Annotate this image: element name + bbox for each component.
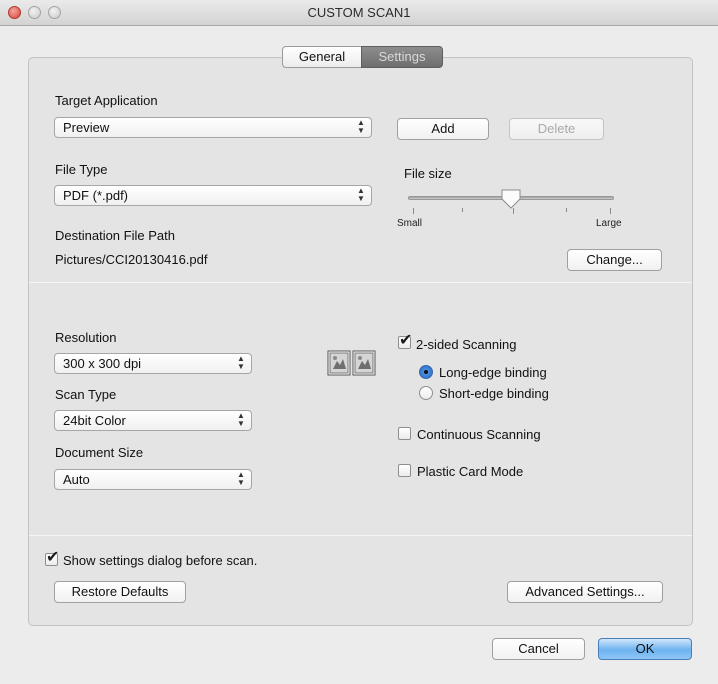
continuous-scanning-label: Continuous Scanning <box>417 427 541 442</box>
file-size-small-label: Small <box>397 218 423 229</box>
target-application-select[interactable]: Preview ▲ ▼ <box>54 117 372 138</box>
resolution-label: Resolution <box>55 330 117 345</box>
continuous-scanning-checkbox[interactable] <box>398 427 411 440</box>
resolution-value: 300 x 300 dpi <box>63 356 142 371</box>
target-application-value: Preview <box>63 120 110 135</box>
title-bar: CUSTOM SCAN1 <box>0 0 718 26</box>
file-size-large-label: Large <box>596 218 622 229</box>
slider-tick <box>413 208 414 214</box>
long-edge-binding-label: Long-edge binding <box>439 365 547 380</box>
destination-path-label: Destination File Path <box>55 228 175 243</box>
file-type-label: File Type <box>55 162 108 177</box>
slider-tick <box>610 208 611 214</box>
advanced-settings-button[interactable]: Advanced Settings... <box>507 581 663 603</box>
file-size-slider-knob[interactable] <box>499 188 523 212</box>
file-type-select[interactable]: PDF (*.pdf) ▲ ▼ <box>54 185 372 206</box>
tab-general[interactable]: General <box>282 46 362 68</box>
two-sided-scanning-label: 2-sided Scanning <box>416 337 517 352</box>
plastic-card-mode-checkbox[interactable] <box>398 464 411 477</box>
show-settings-dialog-label: Show settings dialog before scan. <box>63 553 258 568</box>
document-size-label: Document Size <box>55 445 144 460</box>
window-title: CUSTOM SCAN1 <box>307 5 411 20</box>
add-button[interactable]: Add <box>397 118 489 140</box>
popup-arrows-icon: ▲ ▼ <box>237 470 245 487</box>
slider-tick <box>462 208 463 212</box>
short-edge-binding-radio[interactable] <box>419 386 433 400</box>
long-edge-binding-radio[interactable] <box>419 365 433 379</box>
file-size-label: File size <box>404 166 452 181</box>
delete-button[interactable]: Delete <box>509 118 604 140</box>
checkmark-icon: ✔ <box>399 332 413 349</box>
two-page-scan-icon <box>327 350 376 376</box>
popup-arrows-icon: ▲ ▼ <box>237 354 245 371</box>
checkmark-icon: ✔ <box>46 549 60 566</box>
scan-type-select[interactable]: 24bit Color ▲ ▼ <box>54 410 252 431</box>
popup-arrows-icon: ▲ ▼ <box>357 186 365 203</box>
popup-arrows-icon: ▲ ▼ <box>237 411 245 428</box>
resolution-select[interactable]: 300 x 300 dpi ▲ ▼ <box>54 353 252 374</box>
document-size-select[interactable]: Auto ▲ ▼ <box>54 469 252 490</box>
file-type-value: PDF (*.pdf) <box>63 188 129 203</box>
plastic-card-mode-label: Plastic Card Mode <box>417 464 524 479</box>
cancel-button[interactable]: Cancel <box>492 638 585 660</box>
ok-button[interactable]: OK <box>598 638 692 660</box>
destination-path-value: Pictures/CCI20130416.pdf <box>55 252 208 267</box>
document-size-value: Auto <box>63 472 90 487</box>
popup-arrows-icon: ▲ ▼ <box>357 118 365 135</box>
tab-settings[interactable]: Settings <box>361 46 443 68</box>
section-divider <box>29 282 692 283</box>
section-divider <box>29 535 692 536</box>
settings-panel <box>28 57 693 626</box>
target-application-label: Target Application <box>55 93 158 108</box>
two-sided-scanning-checkbox[interactable]: ✔ <box>398 332 412 349</box>
show-settings-dialog-checkbox[interactable]: ✔ <box>45 549 59 566</box>
scan-type-label: Scan Type <box>55 387 117 402</box>
scan-type-value: 24bit Color <box>63 413 126 428</box>
short-edge-binding-label: Short-edge binding <box>439 386 549 401</box>
slider-tick <box>566 208 567 212</box>
change-button[interactable]: Change... <box>567 249 662 271</box>
restore-defaults-button[interactable]: Restore Defaults <box>54 581 186 603</box>
